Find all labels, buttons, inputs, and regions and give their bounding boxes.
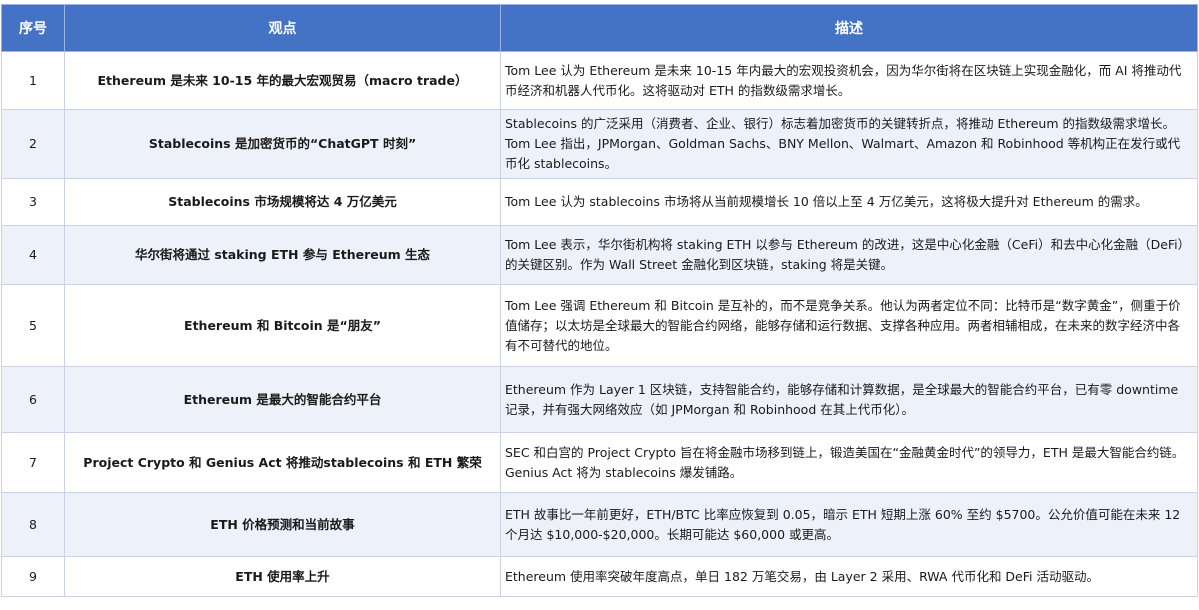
table-row: 6 Ethereum 是最大的智能合约平台 Ethereum 作为 Layer … [1,366,1198,433]
table-row: 4 华尔街将通过 staking ETH 参与 Ethereum 生态 Tom … [1,225,1198,285]
row-index: 6 [1,366,65,433]
viewpoints-table: 序号 观点 描述 1 Ethereum 是未来 10-15 年的最大宏观贸易（m… [1,4,1198,597]
row-index: 5 [1,284,65,367]
table-header-row: 序号 观点 描述 [1,4,1198,52]
row-view: ETH 使用率上升 [64,556,501,597]
row-index: 4 [1,225,65,285]
row-description: Ethereum 使用率突破年度高点，单日 182 万笔交易，由 Layer 2… [500,556,1198,597]
row-view: Ethereum 是未来 10-15 年的最大宏观贸易（macro trade） [64,51,501,110]
row-view: Stablecoins 市场规模将达 4 万亿美元 [64,178,501,226]
row-index: 8 [1,492,65,557]
row-description: Stablecoins 的广泛采用（消费者、企业、银行）标志着加密货币的关键转折… [500,109,1198,179]
row-view: 华尔街将通过 staking ETH 参与 Ethereum 生态 [64,225,501,285]
row-description: Tom Lee 认为 Ethereum 是未来 10-15 年内最大的宏观投资机… [500,51,1198,110]
row-view: Project Crypto 和 Genius Act 将推动stablecoi… [64,432,501,493]
row-description: Tom Lee 强调 Ethereum 和 Bitcoin 是互补的，而不是竞争… [500,284,1198,367]
header-index: 序号 [1,4,65,52]
header-description: 描述 [500,4,1198,52]
table-row: 7 Project Crypto 和 Genius Act 将推动stablec… [1,432,1198,493]
row-view: Stablecoins 是加密货币的“ChatGPT 时刻” [64,109,501,179]
row-description: Tom Lee 表示，华尔街机构将 staking ETH 以参与 Ethere… [500,225,1198,285]
row-index: 9 [1,556,65,597]
row-index: 1 [1,51,65,110]
row-description: Ethereum 作为 Layer 1 区块链，支持智能合约，能够存储和计算数据… [500,366,1198,433]
table-row: 8 ETH 价格预测和当前故事 ETH 故事比一年前更好，ETH/BTC 比率应… [1,492,1198,557]
table-row: 9 ETH 使用率上升 Ethereum 使用率突破年度高点，单日 182 万笔… [1,556,1198,597]
table-row: 2 Stablecoins 是加密货币的“ChatGPT 时刻” Stablec… [1,109,1198,179]
row-index: 2 [1,109,65,179]
row-description: SEC 和白宫的 Project Crypto 旨在将金融市场移到链上，锻造美国… [500,432,1198,493]
table-row: 3 Stablecoins 市场规模将达 4 万亿美元 Tom Lee 认为 s… [1,178,1198,226]
row-view: Ethereum 是最大的智能合约平台 [64,366,501,433]
row-index: 7 [1,432,65,493]
row-description: ETH 故事比一年前更好，ETH/BTC 比率应恢复到 0.05，暗示 ETH … [500,492,1198,557]
header-view: 观点 [64,4,501,52]
row-view: Ethereum 和 Bitcoin 是“朋友” [64,284,501,367]
row-index: 3 [1,178,65,226]
row-description: Tom Lee 认为 stablecoins 市场将从当前规模增长 10 倍以上… [500,178,1198,226]
table-row: 1 Ethereum 是未来 10-15 年的最大宏观贸易（macro trad… [1,51,1198,110]
table-row: 5 Ethereum 和 Bitcoin 是“朋友” Tom Lee 强调 Et… [1,284,1198,367]
row-view: ETH 价格预测和当前故事 [64,492,501,557]
